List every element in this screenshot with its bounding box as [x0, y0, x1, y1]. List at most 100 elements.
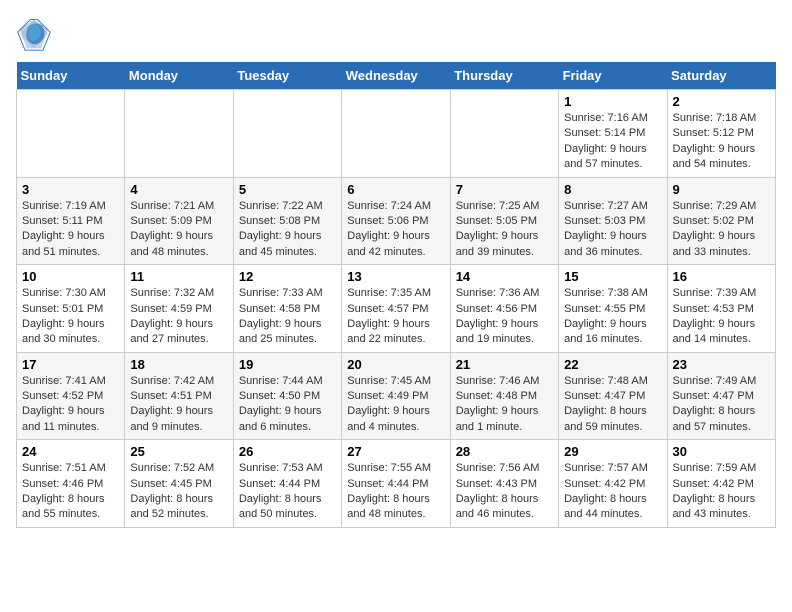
calendar-body: 1 Sunrise: 7:16 AMSunset: 5:14 PMDaylight…	[17, 90, 776, 528]
day-number: 18	[130, 357, 227, 372]
calendar-week-row: 24 Sunrise: 7:51 AMSunset: 4:46 PMDayligh…	[17, 440, 776, 528]
day-number: 7	[456, 182, 553, 197]
calendar-cell: 20 Sunrise: 7:45 AMSunset: 4:49 PMDayligh…	[342, 352, 450, 440]
day-number: 12	[239, 269, 336, 284]
calendar-cell: 9 Sunrise: 7:29 AMSunset: 5:02 PMDaylight…	[667, 177, 775, 265]
calendar-week-row: 17 Sunrise: 7:41 AMSunset: 4:52 PMDayligh…	[17, 352, 776, 440]
calendar-week-row: 1 Sunrise: 7:16 AMSunset: 5:14 PMDaylight…	[17, 90, 776, 178]
calendar-cell: 10 Sunrise: 7:30 AMSunset: 5:01 PMDayligh…	[17, 265, 125, 353]
day-info: Sunrise: 7:33 AMSunset: 4:58 PMDaylight:…	[239, 286, 336, 348]
day-info: Sunrise: 7:42 AMSunset: 4:51 PMDaylight:…	[130, 374, 227, 436]
day-number: 6	[347, 182, 444, 197]
day-number: 9	[673, 182, 770, 197]
day-info: Sunrise: 7:57 AMSunset: 4:42 PMDaylight:…	[564, 461, 661, 523]
calendar-cell	[342, 90, 450, 178]
header-row: SundayMondayTuesdayWednesdayThursdayFrid…	[17, 62, 776, 90]
day-number: 20	[347, 357, 444, 372]
day-number: 29	[564, 444, 661, 459]
day-number: 30	[673, 444, 770, 459]
logo	[16, 16, 56, 52]
calendar-cell: 23 Sunrise: 7:49 AMSunset: 4:47 PMDayligh…	[667, 352, 775, 440]
day-info: Sunrise: 7:59 AMSunset: 4:42 PMDaylight:…	[673, 461, 770, 523]
calendar-week-row: 10 Sunrise: 7:30 AMSunset: 5:01 PMDayligh…	[17, 265, 776, 353]
day-info: Sunrise: 7:44 AMSunset: 4:50 PMDaylight:…	[239, 374, 336, 436]
calendar-cell	[17, 90, 125, 178]
day-info: Sunrise: 7:21 AMSunset: 5:09 PMDaylight:…	[130, 199, 227, 261]
day-number: 15	[564, 269, 661, 284]
day-info: Sunrise: 7:32 AMSunset: 4:59 PMDaylight:…	[130, 286, 227, 348]
day-number: 13	[347, 269, 444, 284]
day-number: 22	[564, 357, 661, 372]
logo-icon	[16, 16, 52, 52]
header-day: Wednesday	[342, 62, 450, 90]
calendar-cell: 19 Sunrise: 7:44 AMSunset: 4:50 PMDayligh…	[233, 352, 341, 440]
day-number: 8	[564, 182, 661, 197]
day-info: Sunrise: 7:53 AMSunset: 4:44 PMDaylight:…	[239, 461, 336, 523]
day-number: 23	[673, 357, 770, 372]
day-info: Sunrise: 7:24 AMSunset: 5:06 PMDaylight:…	[347, 199, 444, 261]
day-info: Sunrise: 7:30 AMSunset: 5:01 PMDaylight:…	[22, 286, 119, 348]
calendar-cell: 25 Sunrise: 7:52 AMSunset: 4:45 PMDayligh…	[125, 440, 233, 528]
day-info: Sunrise: 7:52 AMSunset: 4:45 PMDaylight:…	[130, 461, 227, 523]
day-info: Sunrise: 7:38 AMSunset: 4:55 PMDaylight:…	[564, 286, 661, 348]
calendar-cell: 5 Sunrise: 7:22 AMSunset: 5:08 PMDaylight…	[233, 177, 341, 265]
day-info: Sunrise: 7:41 AMSunset: 4:52 PMDaylight:…	[22, 374, 119, 436]
calendar-cell: 15 Sunrise: 7:38 AMSunset: 4:55 PMDayligh…	[559, 265, 667, 353]
calendar-cell: 4 Sunrise: 7:21 AMSunset: 5:09 PMDaylight…	[125, 177, 233, 265]
calendar-header: SundayMondayTuesdayWednesdayThursdayFrid…	[17, 62, 776, 90]
calendar-cell: 12 Sunrise: 7:33 AMSunset: 4:58 PMDayligh…	[233, 265, 341, 353]
day-info: Sunrise: 7:36 AMSunset: 4:56 PMDaylight:…	[456, 286, 553, 348]
day-info: Sunrise: 7:35 AMSunset: 4:57 PMDaylight:…	[347, 286, 444, 348]
calendar-cell: 26 Sunrise: 7:53 AMSunset: 4:44 PMDayligh…	[233, 440, 341, 528]
day-number: 24	[22, 444, 119, 459]
day-number: 5	[239, 182, 336, 197]
day-info: Sunrise: 7:49 AMSunset: 4:47 PMDaylight:…	[673, 374, 770, 436]
day-info: Sunrise: 7:46 AMSunset: 4:48 PMDaylight:…	[456, 374, 553, 436]
day-number: 28	[456, 444, 553, 459]
day-info: Sunrise: 7:16 AMSunset: 5:14 PMDaylight:…	[564, 111, 661, 173]
calendar-cell: 2Sunrise: 7:18 AMSunset: 5:12 PMDaylight…	[667, 90, 775, 178]
calendar-cell: 14Sunrise: 7:36 AMSunset: 4:56 PMDayligh…	[450, 265, 558, 353]
calendar-cell: 21Sunrise: 7:46 AMSunset: 4:48 PMDayligh…	[450, 352, 558, 440]
day-info: Sunrise: 7:48 AMSunset: 4:47 PMDaylight:…	[564, 374, 661, 436]
day-number: 26	[239, 444, 336, 459]
calendar-cell	[450, 90, 558, 178]
day-info: Sunrise: 7:56 AMSunset: 4:43 PMDaylight:…	[456, 461, 553, 523]
calendar-cell: 7 Sunrise: 7:25 AMSunset: 5:05 PMDaylight…	[450, 177, 558, 265]
calendar-cell: 8 Sunrise: 7:27 AMSunset: 5:03 PMDaylight…	[559, 177, 667, 265]
day-info: Sunrise: 7:45 AMSunset: 4:49 PMDaylight:…	[347, 374, 444, 436]
calendar-cell	[233, 90, 341, 178]
day-number: 19	[239, 357, 336, 372]
day-number: 27	[347, 444, 444, 459]
day-number: 4	[130, 182, 227, 197]
day-info: Sunrise: 7:55 AMSunset: 4:44 PMDaylight:…	[347, 461, 444, 523]
calendar-cell: 11Sunrise: 7:32 AMSunset: 4:59 PMDayligh…	[125, 265, 233, 353]
calendar-cell	[125, 90, 233, 178]
calendar-cell: 1 Sunrise: 7:16 AMSunset: 5:14 PMDaylight…	[559, 90, 667, 178]
calendar-cell: 28 Sunrise: 7:56 AMSunset: 4:43 PMDayligh…	[450, 440, 558, 528]
header-day: Sunday	[17, 62, 125, 90]
day-info: Sunrise: 7:27 AMSunset: 5:03 PMDaylight:…	[564, 199, 661, 261]
calendar-table: SundayMondayTuesdayWednesdayThursdayFrid…	[16, 62, 776, 528]
calendar-cell: 16 Sunrise: 7:39 AMSunset: 4:53 PMDayligh…	[667, 265, 775, 353]
calendar-cell: 24 Sunrise: 7:51 AMSunset: 4:46 PMDayligh…	[17, 440, 125, 528]
header-day: Monday	[125, 62, 233, 90]
day-info: Sunrise: 7:51 AMSunset: 4:46 PMDaylight:…	[22, 461, 119, 523]
day-info: Sunrise: 7:22 AMSunset: 5:08 PMDaylight:…	[239, 199, 336, 261]
day-number: 16	[673, 269, 770, 284]
header-day: Saturday	[667, 62, 775, 90]
day-number: 3	[22, 182, 119, 197]
day-number: 17	[22, 357, 119, 372]
calendar-cell: 30 Sunrise: 7:59 AMSunset: 4:42 PMDayligh…	[667, 440, 775, 528]
header-day: Friday	[559, 62, 667, 90]
day-number: 1	[564, 94, 661, 109]
header-day: Thursday	[450, 62, 558, 90]
day-info: Sunrise: 7:18 AMSunset: 5:12 PMDaylight:…	[673, 111, 770, 173]
header	[16, 16, 776, 52]
day-number: 25	[130, 444, 227, 459]
header-day: Tuesday	[233, 62, 341, 90]
day-info: Sunrise: 7:39 AMSunset: 4:53 PMDaylight:…	[673, 286, 770, 348]
day-info: Sunrise: 7:25 AMSunset: 5:05 PMDaylight:…	[456, 199, 553, 261]
day-info: Sunrise: 7:29 AMSunset: 5:02 PMDaylight:…	[673, 199, 770, 261]
day-number: 10	[22, 269, 119, 284]
